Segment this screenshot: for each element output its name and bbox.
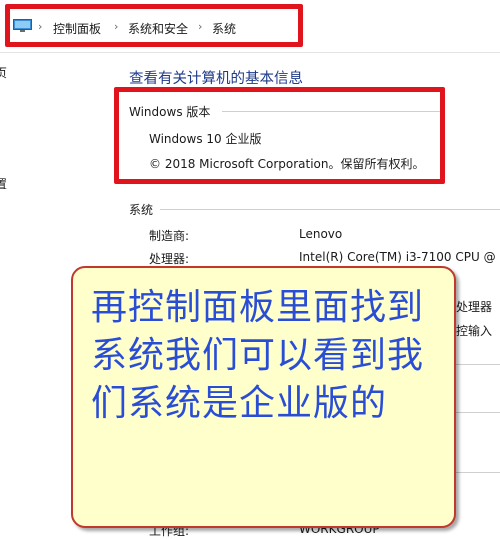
section-divider: [456, 412, 500, 413]
section-divider: [160, 209, 500, 210]
left-panel-fragment[interactable]: 页: [0, 64, 7, 81]
page-title: 查看有关计算机的基本信息: [129, 71, 303, 87]
processor-label: 处理器:: [149, 252, 190, 266]
breadcrumb-highlight-box: [5, 4, 303, 47]
partial-text: 处理器: [456, 300, 493, 314]
manufacturer-label: 制造商:: [149, 229, 190, 243]
annotation-callout: 再控制面板里面找到系统我们可以看到我们系统是企业版的: [71, 266, 456, 528]
section-divider: [456, 364, 500, 365]
partial-text: 控输入: [456, 324, 493, 338]
section-divider: [456, 472, 500, 473]
system-heading: 系统: [129, 203, 154, 217]
left-panel-fragment[interactable]: 置: [0, 175, 7, 192]
processor-value: Intel(R) Core(TM) i3-7100 CPU @ 3: [299, 250, 500, 264]
annotation-text: 再控制面板里面找到系统我们可以看到我们系统是企业版的: [91, 287, 425, 424]
edition-highlight-box: [114, 87, 445, 184]
manufacturer-value: Lenovo: [299, 227, 343, 241]
